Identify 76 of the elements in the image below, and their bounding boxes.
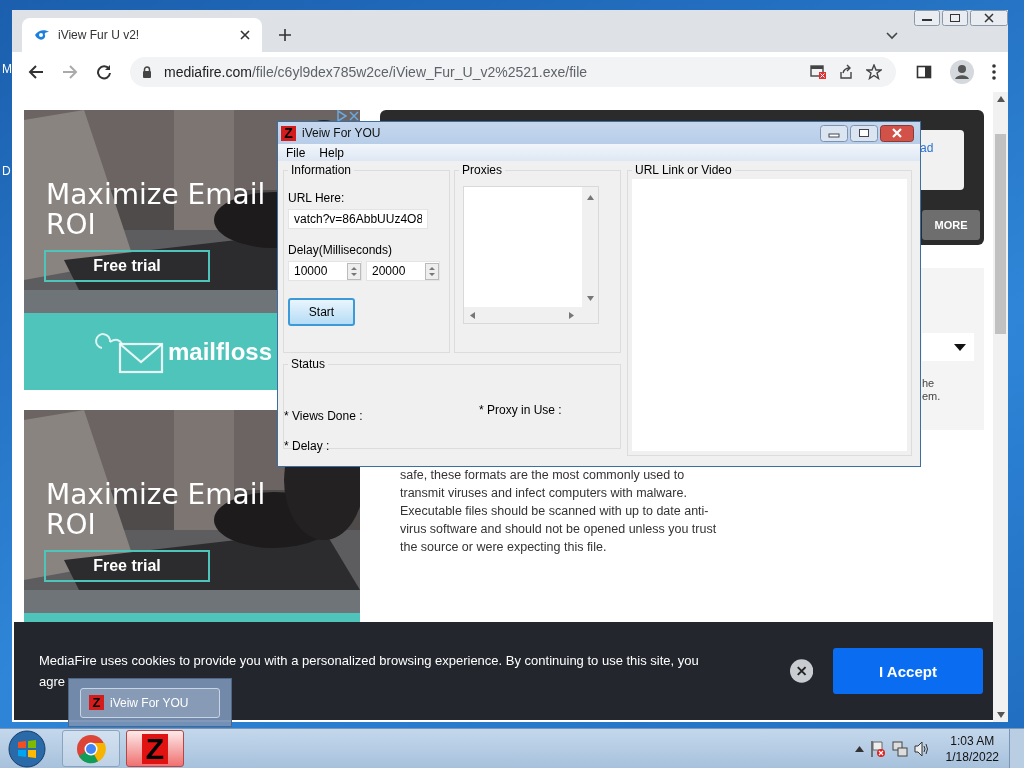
- download-link[interactable]: ad: [920, 141, 934, 155]
- scrollbar-thumb[interactable]: [995, 134, 1006, 334]
- app-icon: Z: [281, 125, 296, 141]
- group-title: Status: [290, 357, 327, 371]
- url-label: URL Here:: [288, 191, 345, 205]
- spinner-arrows-icon[interactable]: [347, 262, 361, 280]
- min-delay-spinner[interactable]: 10000: [288, 261, 362, 281]
- flag-icon[interactable]: [869, 739, 886, 758]
- ad-headline: Maximize Email ROI: [46, 180, 267, 240]
- network-icon[interactable]: [891, 740, 908, 757]
- caret-icon: [954, 343, 966, 351]
- maximize-icon[interactable]: [942, 10, 968, 26]
- group-title: Information: [290, 163, 353, 177]
- start-button[interactable]: Start: [288, 298, 355, 326]
- free-trial-button[interactable]: Free trial: [44, 550, 210, 582]
- blocked-popup-icon[interactable]: [810, 65, 826, 79]
- ad-headline: Maximize Email ROI: [46, 480, 267, 540]
- window-preview-item[interactable]: Z iVeiw For YOU: [80, 687, 220, 718]
- window-title: iVeiw For YOU: [110, 695, 189, 710]
- address-bar[interactable]: mediafire.com/file/c6yl9dex785w2ce/iView_Fur_U_v2%2521.exe/file: [130, 57, 896, 87]
- close-icon[interactable]: [880, 124, 914, 142]
- scroll-down-icon[interactable]: [586, 296, 594, 301]
- window-title: iVeiw For YOU: [302, 126, 381, 141]
- learn-more-button[interactable]: MORE: [922, 210, 980, 240]
- reload-icon[interactable]: [96, 64, 112, 80]
- desktop-icon-label: D: [2, 164, 11, 178]
- side-panel-icon[interactable]: [916, 64, 932, 80]
- desktop-icon-label: M: [2, 62, 12, 76]
- star-icon[interactable]: [866, 64, 882, 80]
- speaker-icon[interactable]: [913, 740, 930, 757]
- close-icon[interactable]: [240, 30, 250, 40]
- chevron-icon[interactable]: [886, 32, 898, 40]
- status-label: * Delay :: [284, 439, 330, 453]
- dropdown[interactable]: [922, 333, 974, 361]
- status-label: * Views Done :: [284, 409, 363, 423]
- start-orb-icon[interactable]: [8, 729, 46, 768]
- clock-time[interactable]: 1:03 AM: [950, 732, 995, 749]
- clock-date[interactable]: 1/18/2022: [945, 748, 999, 765]
- lock-icon: [142, 66, 152, 78]
- scroll-up-icon[interactable]: [586, 195, 594, 200]
- max-delay-spinner[interactable]: 20000: [366, 261, 440, 281]
- info-text: he: [922, 377, 936, 390]
- group-title: URL Link or Video: [634, 163, 733, 177]
- flame-icon: [34, 29, 50, 41]
- close-icon[interactable]: [970, 10, 1008, 26]
- chrome-logo-icon: [76, 733, 106, 764]
- profile-avatar-icon[interactable]: [950, 60, 974, 84]
- tray-arrow-icon[interactable]: [854, 745, 864, 752]
- share-icon[interactable]: [838, 64, 854, 80]
- scroll-right-icon[interactable]: [569, 311, 574, 319]
- menu-item[interactable]: File: [286, 145, 306, 160]
- group-title: Proxies: [461, 163, 503, 177]
- browser-tab[interactable]: iView Fur U v2!: [22, 18, 262, 52]
- menu-icon[interactable]: [992, 64, 996, 80]
- app-icon: Z: [89, 695, 104, 710]
- close-icon[interactable]: [789, 659, 813, 683]
- taskbar-button[interactable]: Z: [126, 730, 184, 767]
- taskbar-button[interactable]: [62, 730, 120, 767]
- ad-logo-text: mailfloss: [168, 337, 273, 366]
- delay-label: Delay(Milliseconds): [288, 243, 393, 257]
- menu-item[interactable]: Help: [319, 145, 345, 160]
- minimize-icon[interactable]: [914, 10, 940, 26]
- maximize-icon[interactable]: [850, 124, 878, 142]
- spinner-arrows-icon[interactable]: [425, 262, 439, 280]
- status-label: * Proxy in Use :: [479, 403, 562, 417]
- scroll-up-icon[interactable]: [996, 96, 1005, 102]
- scroll-down-icon[interactable]: [996, 712, 1005, 718]
- plus-icon[interactable]: [278, 28, 292, 42]
- info-text: em.: [922, 390, 942, 403]
- free-trial-button[interactable]: Free trial: [44, 250, 210, 282]
- accept-button[interactable]: I Accept: [833, 648, 983, 694]
- warning-paragraph: safe, these formats are the most commonly used to transmit viruses and infect computers with malware. Executable files should be scanned with up to date anti-virus software and should not be opened unless you trust the source or were expecting this file.: [400, 467, 718, 556]
- scroll-left-icon[interactable]: [470, 311, 475, 319]
- back-arrow-icon[interactable]: [28, 64, 44, 80]
- url-field[interactable]: vatch?v=86AbbUUz4O8: [288, 209, 428, 229]
- scrollbar[interactable]: [993, 92, 1008, 722]
